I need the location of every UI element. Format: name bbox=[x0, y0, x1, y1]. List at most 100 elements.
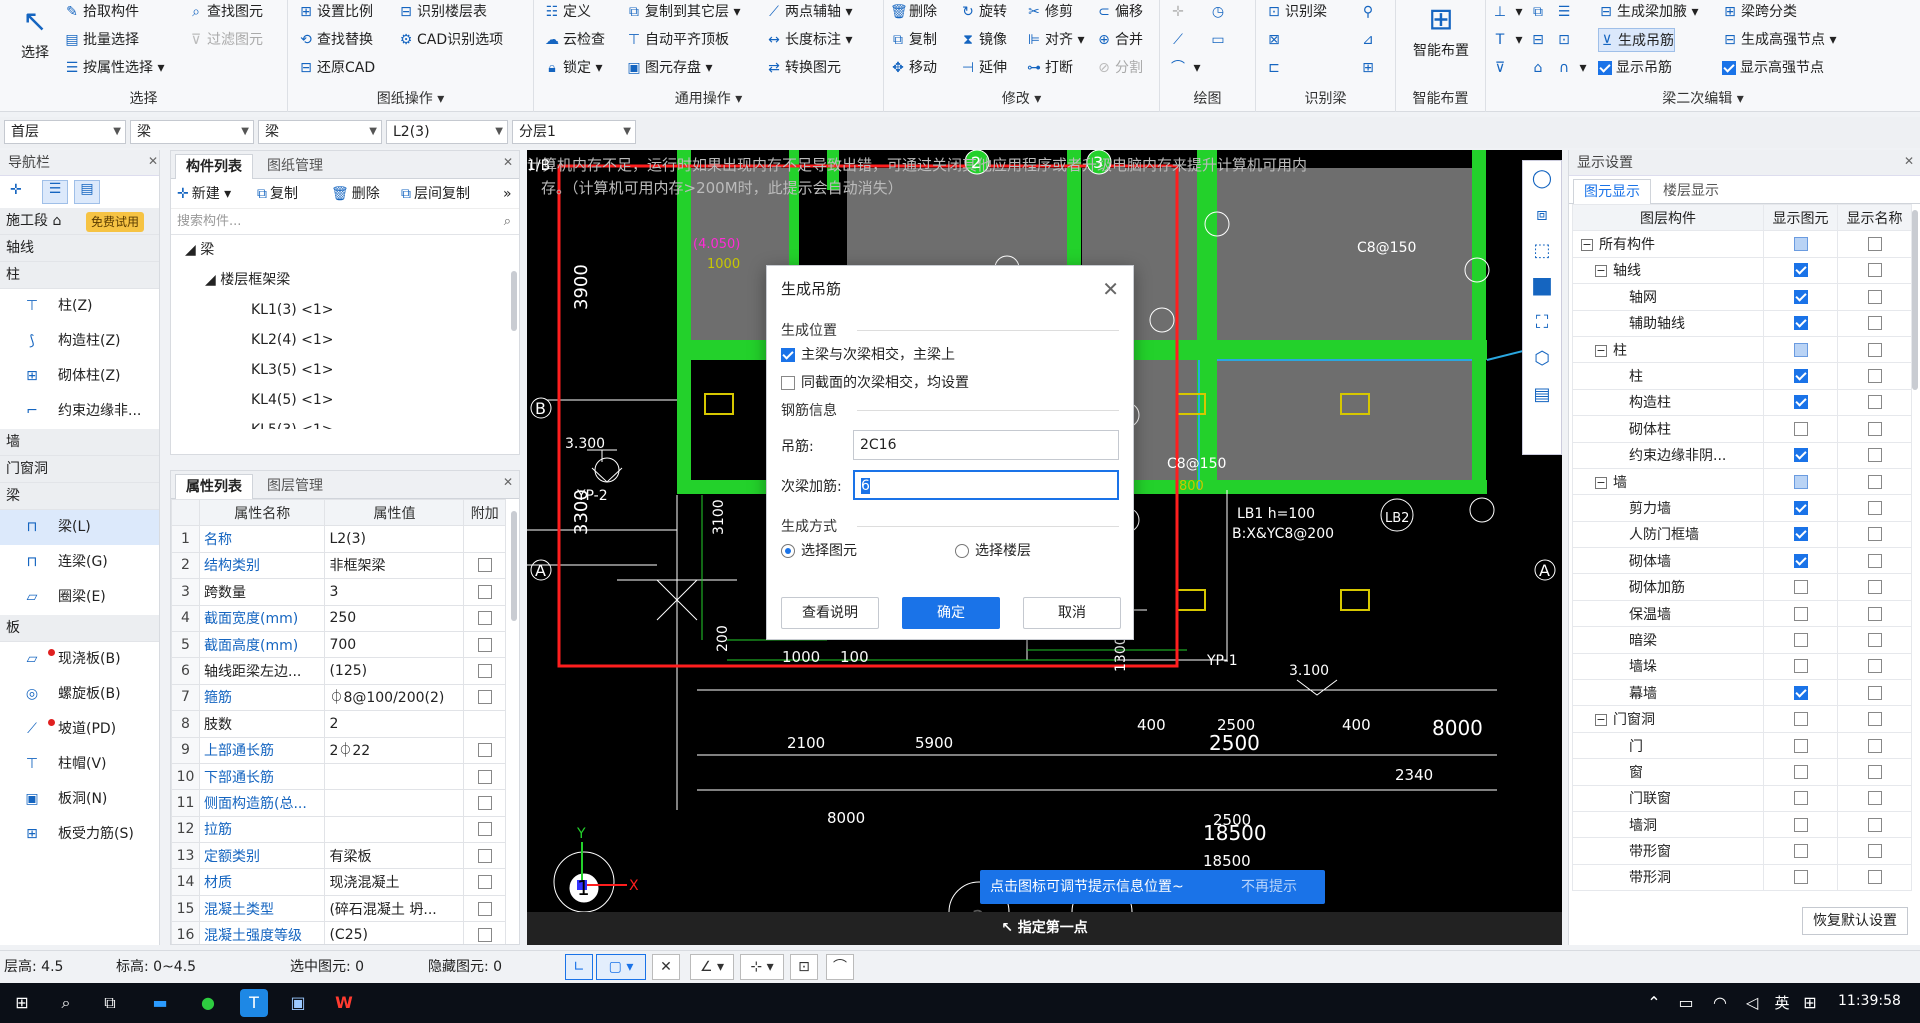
show-name-checkbox[interactable] bbox=[1867, 316, 1882, 331]
option-same-section-check[interactable] bbox=[781, 376, 795, 390]
type-select-1[interactable]: 梁 ▼ bbox=[130, 120, 254, 144]
floor-copy-button[interactable]: ⧉ 层间复制 bbox=[401, 183, 470, 205]
orbit-icon[interactable]: ◯ bbox=[1523, 161, 1561, 197]
show-name-checkbox[interactable] bbox=[1867, 421, 1882, 436]
batch-select-button[interactable]: ▤ 批量选择 bbox=[64, 28, 139, 52]
show-elem-checkbox[interactable] bbox=[1793, 685, 1808, 700]
span-class-button[interactable]: ⊞ 梁跨分类 bbox=[1722, 0, 1797, 24]
tree-node-frame-beam[interactable]: ◢ 楼层框架梁 bbox=[171, 265, 519, 295]
show-name-checkbox[interactable] bbox=[1867, 738, 1882, 753]
option-same-section[interactable]: 同截面的次梁相交，均设置 bbox=[781, 372, 969, 392]
arc-toggle[interactable]: ⌒ bbox=[826, 954, 854, 980]
tab-floor-display[interactable]: 楼层显示 bbox=[1653, 179, 1729, 204]
nav-item-slab-rebar[interactable]: ⊞ 板受力筋(S) bbox=[0, 817, 159, 852]
table-row[interactable]: 1 名称 L2(3) bbox=[171, 525, 506, 553]
show-name-checkbox[interactable] bbox=[1867, 659, 1882, 674]
ortho-toggle[interactable]: ∟ bbox=[565, 954, 593, 980]
dont-show-link[interactable]: 不再提示 bbox=[1241, 870, 1297, 904]
show-elem-checkbox[interactable] bbox=[1793, 764, 1808, 779]
add-checkbox[interactable] bbox=[477, 690, 492, 705]
fit-view-icon[interactable]: ⛶ bbox=[1523, 305, 1561, 341]
group-label[interactable]: 通用操作 ▾ bbox=[534, 88, 883, 108]
radio-select-floor[interactable] bbox=[955, 544, 969, 558]
table-row[interactable]: 14 材质 现浇混凝土 bbox=[171, 868, 506, 896]
property-value[interactable]: 3 bbox=[324, 578, 465, 606]
close-icon[interactable]: ✕ bbox=[503, 155, 513, 169]
property-value[interactable]: 2 bbox=[324, 710, 465, 738]
nav-cat-axis[interactable]: 轴线 bbox=[0, 235, 159, 262]
close-icon[interactable]: ✕ bbox=[1102, 266, 1119, 312]
add-checkbox[interactable] bbox=[477, 584, 492, 599]
show-elem-checkbox[interactable] bbox=[1793, 237, 1808, 252]
nav-item-column-cap[interactable]: ⊤ 柱帽(V) bbox=[0, 747, 159, 782]
table-row[interactable]: 墙垛 bbox=[1572, 652, 1912, 681]
select-button[interactable]: ↖ 选择 bbox=[8, 2, 62, 62]
find-replace-button[interactable]: ⟲ 查找替换 bbox=[298, 28, 373, 52]
mode-select-floor[interactable]: 选择楼层 bbox=[955, 540, 1031, 560]
property-value[interactable]: L2(3) bbox=[324, 525, 465, 553]
table-row[interactable]: 2 结构类别 非框架梁 bbox=[171, 551, 506, 580]
hint-banner[interactable]: 点击图标可调节提示信息位置~ 不再提示 bbox=[980, 870, 1325, 904]
show-name-checkbox[interactable] bbox=[1867, 237, 1882, 252]
delete-button[interactable]: 🗑︎删除 bbox=[890, 0, 937, 24]
ime-indicator[interactable]: 英 bbox=[1768, 989, 1796, 1017]
draw-line-button[interactable]: ⟋ bbox=[1170, 28, 1189, 52]
select-by-attr-button[interactable]: ☰ 按属性选择 ▾ bbox=[64, 56, 165, 80]
component-search-input[interactable]: 搜索构件... ⌕ bbox=[171, 209, 519, 235]
table-row[interactable]: 约束边缘非阴... bbox=[1572, 441, 1912, 469]
tab-element-display[interactable]: 图元显示 bbox=[1573, 179, 1651, 204]
nav-item-const-column[interactable]: ⟆ 构造柱(Z) bbox=[0, 324, 159, 359]
group-label[interactable]: 梁二次编辑 ▾ bbox=[1486, 88, 1920, 108]
table-row[interactable]: 12 拉筋 bbox=[171, 815, 506, 844]
property-value[interactable] bbox=[324, 815, 465, 844]
show-name-checkbox[interactable] bbox=[1867, 606, 1882, 621]
cad-options-button[interactable]: ⚙ CAD识别选项 bbox=[398, 28, 503, 52]
table-row[interactable]: 砌体加筋 bbox=[1572, 573, 1912, 601]
table-row[interactable]: − 所有构件 bbox=[1572, 230, 1912, 258]
list-item[interactable]: KL1(3) <1> bbox=[171, 295, 519, 325]
show-name-checkbox[interactable] bbox=[1867, 632, 1882, 647]
property-value[interactable]: 现浇混凝土 bbox=[324, 868, 465, 896]
show-elem-checkbox[interactable] bbox=[1793, 738, 1808, 753]
tab-drawing-manage[interactable]: 图纸管理 bbox=[257, 154, 333, 179]
table-row[interactable]: 轴网 bbox=[1572, 283, 1912, 311]
length-mark-button[interactable]: ↔ 长度标注 ▾ bbox=[766, 28, 852, 52]
add-checkbox[interactable] bbox=[477, 822, 492, 837]
collapse-icon[interactable]: − bbox=[1595, 344, 1607, 357]
list-view-icon[interactable]: ☰ bbox=[42, 180, 68, 204]
property-value[interactable]: 非框架梁 bbox=[324, 551, 465, 580]
nav-cat-door[interactable]: 门窗洞 bbox=[0, 456, 159, 483]
show-elem-checkbox[interactable] bbox=[1793, 844, 1808, 859]
recognize-tool-1[interactable]: ⚲ bbox=[1360, 0, 1379, 24]
show-elem-checkbox[interactable] bbox=[1793, 632, 1808, 647]
draw-arc-button[interactable]: ⌒ ▾ bbox=[1170, 56, 1200, 80]
property-value[interactable]: 有梁板 bbox=[324, 842, 465, 870]
recognize-tool-2[interactable]: ⊠ bbox=[1266, 28, 1285, 52]
cross-toggle[interactable]: ✕ bbox=[652, 954, 680, 980]
list-item[interactable]: KL5(3) <1> bbox=[171, 415, 519, 429]
add-checkbox[interactable] bbox=[477, 769, 492, 784]
copy-button[interactable]: ⧉ 复制 bbox=[257, 183, 298, 205]
show-elem-checkbox[interactable] bbox=[1793, 474, 1808, 489]
group-label[interactable]: 修改 ▾ bbox=[884, 88, 1159, 108]
property-value[interactable]: 2⏀22 bbox=[324, 736, 465, 764]
nav-item-link-beam[interactable]: ⊓ 连梁(G) bbox=[0, 545, 159, 580]
beam-tool-4[interactable]: ⧉ bbox=[1530, 0, 1549, 24]
table-row[interactable]: 砌体墙 bbox=[1572, 547, 1912, 575]
new-button[interactable]: ✛ 新建 ▾ bbox=[177, 183, 231, 205]
cloud-check-button[interactable]: ☁ 云检查 bbox=[544, 28, 605, 52]
type-select-2[interactable]: 梁 ▼ bbox=[258, 120, 382, 144]
beam-tool-3[interactable]: ⊽ bbox=[1492, 56, 1511, 80]
ok-button[interactable]: 确定 bbox=[902, 597, 1000, 629]
copy-to-floor-button[interactable]: ⧉ 复制到其它层 ▾ bbox=[626, 0, 740, 24]
collapse-icon[interactable]: − bbox=[1595, 714, 1607, 727]
close-icon[interactable]: ✕ bbox=[503, 475, 513, 489]
show-name-checkbox[interactable] bbox=[1867, 844, 1882, 859]
mode-select-element[interactable]: 选择图元 bbox=[781, 540, 857, 560]
keyboard-icon[interactable]: ⊞ bbox=[1796, 989, 1824, 1017]
nav-stage[interactable]: 施工段 ⌂ 免费试用 bbox=[0, 208, 159, 235]
property-value[interactable]: ⏀8@100/200(2) bbox=[324, 683, 465, 712]
table-row[interactable]: − 轴线 bbox=[1572, 256, 1912, 285]
radio-select-element[interactable] bbox=[781, 544, 795, 558]
tab-property-list[interactable]: 属性列表 bbox=[175, 474, 253, 499]
